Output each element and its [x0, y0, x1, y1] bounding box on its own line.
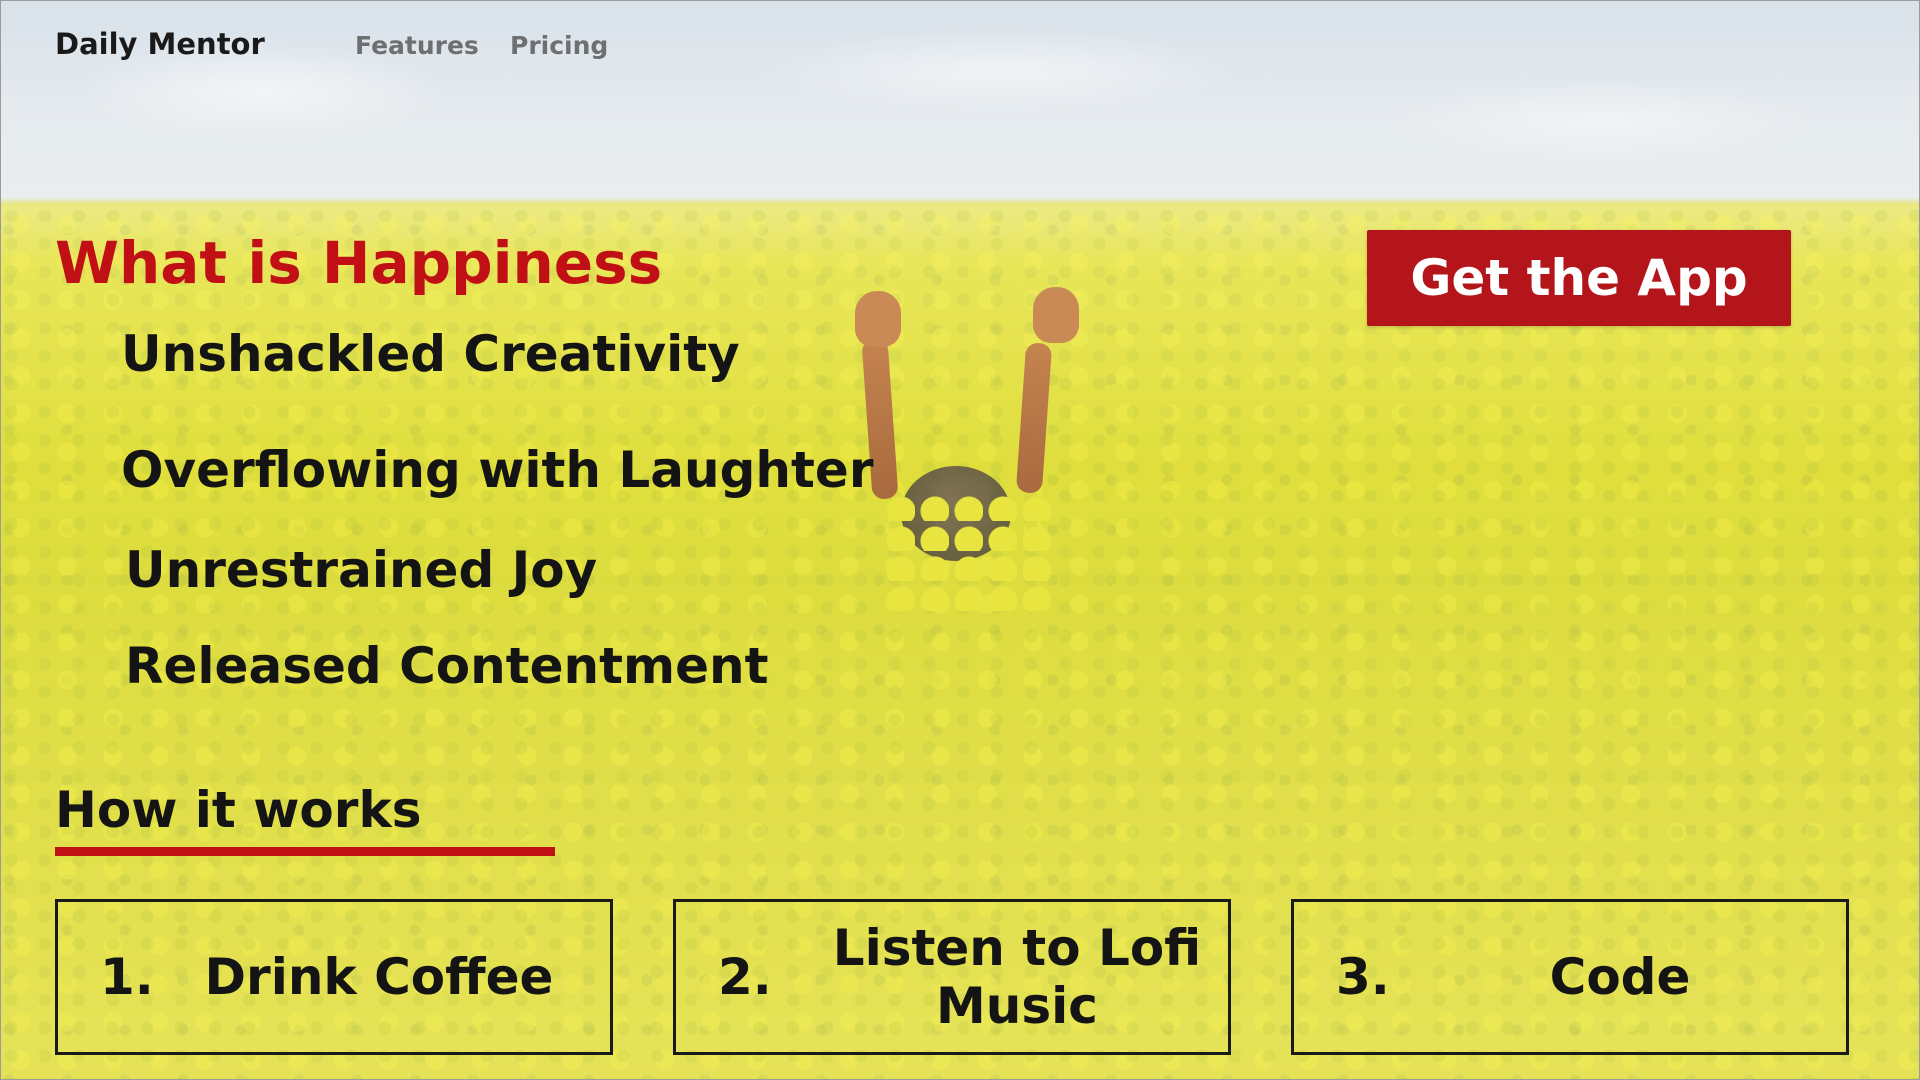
step-text: Code: [1549, 948, 1691, 1006]
hero-item: Overflowing with Laughter: [121, 441, 874, 499]
heading-underline: [55, 847, 555, 856]
step-card-3: 3. Code: [1291, 899, 1849, 1055]
nav-link-pricing[interactable]: Pricing: [510, 31, 608, 60]
nav-link-features[interactable]: Features: [355, 31, 479, 60]
get-the-app-button[interactable]: Get the App: [1367, 230, 1791, 326]
how-it-works-heading: How it works: [55, 781, 422, 839]
top-nav: Daily Mentor Features Pricing: [1, 1, 1919, 91]
step-card-2: 2. Listen to Lofi Music: [673, 899, 1231, 1055]
hero-title: What is Happiness: [55, 229, 663, 297]
step-number: 1.: [100, 948, 154, 1006]
right-arm: [1015, 342, 1053, 494]
step-text: Drink Coffee: [204, 948, 554, 1006]
hero-item: Released Contentment: [125, 637, 769, 695]
right-hand: [1033, 287, 1079, 343]
step-card-1: 1. Drink Coffee: [55, 899, 613, 1055]
left-hand: [855, 291, 901, 347]
step-number: 3.: [1336, 948, 1390, 1006]
step-number: 2.: [718, 948, 772, 1006]
landing-page: Daily Mentor Features Pricing What is Ha…: [0, 0, 1920, 1080]
step-text: Listen to Lofi Music: [832, 919, 1202, 1035]
flowers-foreground: [881, 491, 1051, 611]
brand-logo[interactable]: Daily Mentor: [55, 27, 265, 61]
hero-item: Unrestrained Joy: [125, 541, 598, 599]
hero-item: Unshackled Creativity: [121, 325, 740, 383]
